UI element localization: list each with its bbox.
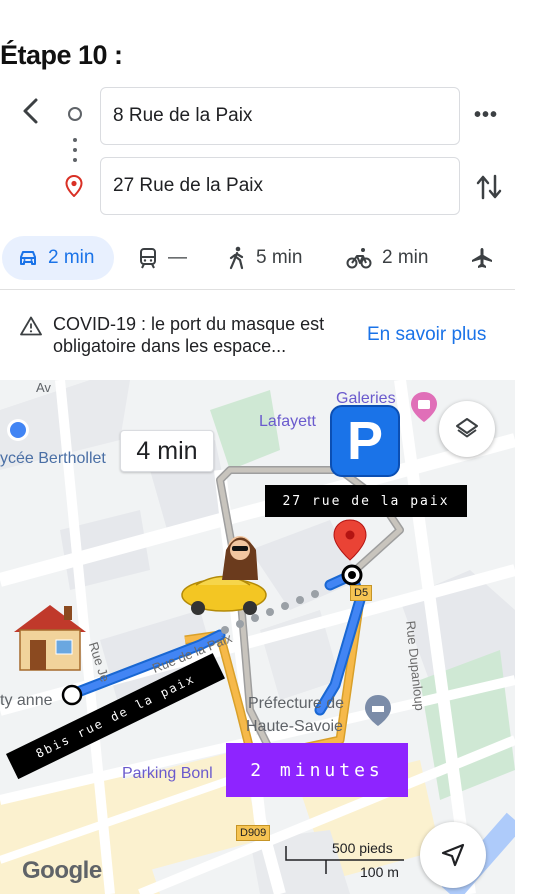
duration-annotation: 2 minutes	[226, 743, 408, 797]
car-icon	[20, 251, 36, 265]
parking-icon: P	[330, 405, 400, 477]
step-title: Étape 10 :	[0, 40, 123, 70]
swap-icon[interactable]	[476, 172, 502, 202]
layers-icon	[456, 418, 478, 438]
train-icon	[140, 248, 156, 269]
road-sign-d909: D909	[236, 825, 271, 841]
mode-walk-label: 5 min	[256, 247, 303, 268]
scale-meters: 100 m	[360, 864, 399, 880]
map-label-prefecture-2: Haute-Savoie	[246, 718, 343, 735]
map-label-prefecture-1: Préfecture de	[248, 695, 345, 712]
map-label-annex: ty anne	[0, 692, 53, 709]
airplane-icon	[472, 248, 492, 268]
learn-more-link[interactable]: En savoir plus	[367, 324, 486, 346]
mode-walk-tab[interactable]: 5 min	[228, 236, 302, 280]
covid-notice: COVID-19 : le port du masque est obligat…	[0, 290, 515, 380]
mode-car-tab[interactable]: 2 min	[2, 236, 114, 280]
origin-circle-icon	[68, 107, 82, 121]
layers-button[interactable]	[439, 401, 495, 457]
eta-callout[interactable]: 4 min	[120, 430, 214, 472]
map-label-lafayette: Lafayett	[259, 413, 316, 430]
back-arrow-icon[interactable]	[16, 96, 46, 126]
navigation-arrow-icon	[441, 843, 465, 867]
scale-feet: 500 pieds	[332, 840, 393, 856]
travel-modes-bar: 2 min — 5 min 2 min	[0, 236, 515, 282]
map-view[interactable]: Av Galeries Lafayett ycée Berthollet Pré…	[0, 380, 515, 894]
map-label-av: Av	[36, 380, 51, 395]
destination-field[interactable]: 27 Rue de la Paix	[100, 157, 460, 215]
warning-icon	[20, 316, 42, 336]
destination-pin-icon	[65, 175, 83, 197]
mode-bike-tab[interactable]: 2 min	[346, 236, 428, 280]
mode-transit-label: —	[168, 247, 187, 268]
mode-flight-tab[interactable]	[470, 236, 504, 280]
map-scale: 500 pieds 100 m	[284, 840, 409, 882]
mode-transit-tab[interactable]: —	[138, 236, 187, 280]
origin-field[interactable]: 8 Rue de la Paix	[100, 87, 460, 145]
google-logo: Google	[22, 857, 102, 884]
more-options-button[interactable]: •••	[474, 104, 498, 127]
covid-notice-text: COVID-19 : le port du masque est obligat…	[53, 314, 325, 356]
navigate-button[interactable]	[420, 822, 486, 888]
road-sign-d5: D5	[350, 585, 373, 601]
map-label-lycee: ycée Berthollet	[0, 450, 106, 467]
mode-bike-label: 2 min	[382, 247, 429, 268]
walk-icon	[229, 246, 244, 270]
route-dots-icon	[73, 138, 77, 164]
map-label-parking: Parking Bonl	[122, 765, 213, 782]
destination-annotation: 27 rue de la paix	[265, 485, 467, 517]
mode-car-label: 2 min	[48, 247, 95, 268]
bicycle-icon	[346, 248, 372, 269]
